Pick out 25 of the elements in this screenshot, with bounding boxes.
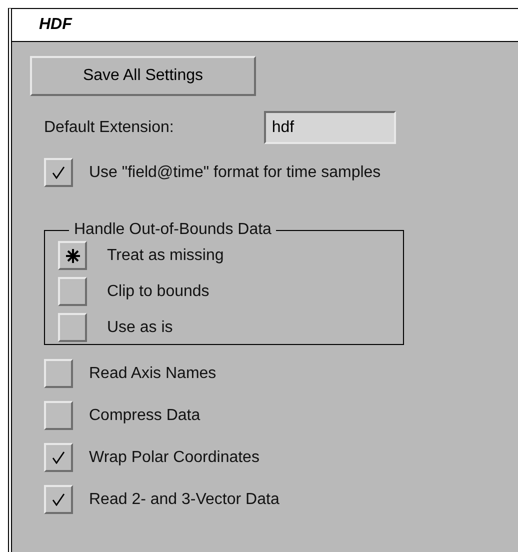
asterisk-icon	[66, 248, 80, 262]
save-button[interactable]: Save All Settings	[30, 56, 256, 96]
checkbox-label: Wrap Polar Coordinates	[89, 448, 260, 466]
checkbox-label: Read Axis Names	[89, 364, 216, 382]
radio-button[interactable]	[58, 241, 87, 270]
check-icon	[52, 166, 65, 179]
group-title: Handle Out-of-Bounds Data	[73, 221, 272, 239]
radio-label: Clip to bounds	[107, 282, 210, 300]
checkbox[interactable]	[44, 158, 73, 187]
radio-button[interactable]	[58, 313, 87, 342]
checkbox[interactable]	[44, 359, 73, 388]
check-icon	[52, 493, 65, 506]
radio-button[interactable]	[58, 277, 87, 306]
window-title: HDF	[39, 16, 72, 34]
checkbox-label: Compress Data	[89, 406, 200, 424]
check-icon	[52, 451, 65, 464]
checkbox[interactable]	[44, 443, 73, 472]
extension-field[interactable]: hdf	[264, 111, 396, 144]
checkbox-label: Use "field@time" format for time samples	[89, 164, 381, 182]
radio-label: Use as is	[107, 318, 173, 336]
checkbox[interactable]	[44, 485, 73, 514]
checkbox-label: Read 2- and 3-Vector Data	[89, 490, 280, 508]
field-label: Default Extension:	[44, 118, 174, 136]
checkbox[interactable]	[44, 401, 73, 430]
radio-label: Treat as missing	[107, 246, 224, 264]
